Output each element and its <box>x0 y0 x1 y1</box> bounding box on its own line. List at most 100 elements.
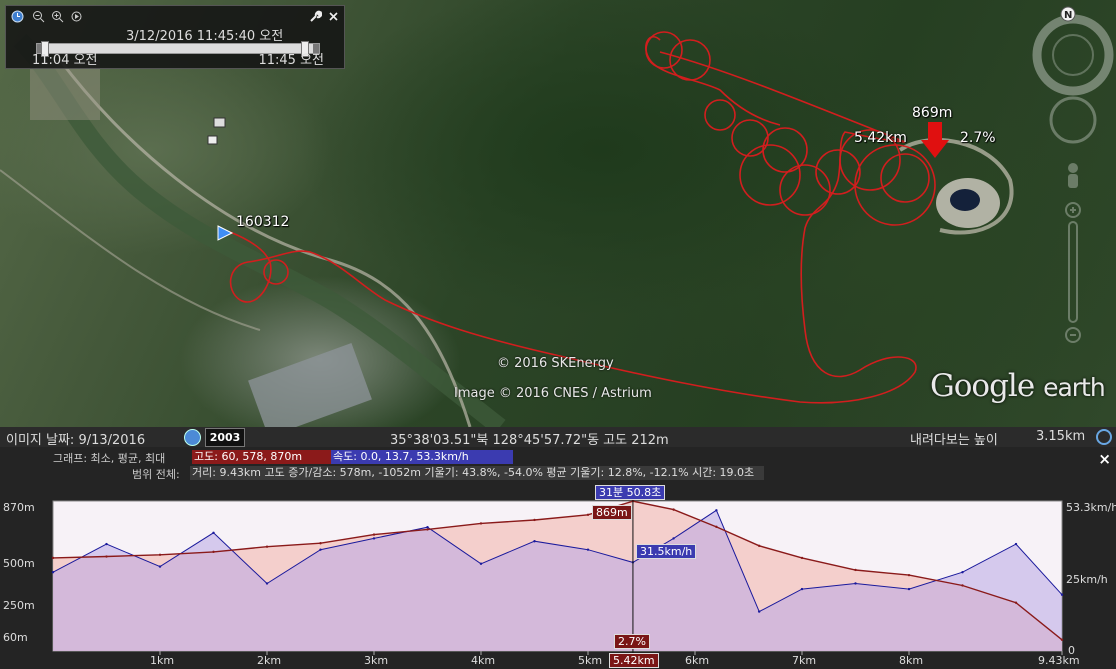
elevation-point <box>426 528 429 531</box>
reservoir-water <box>950 189 980 211</box>
elevation-point <box>1014 601 1018 604</box>
coordinates: 35°38'03.51"북 128°45'57.72"동 고도 212m <box>390 433 669 448</box>
elevation-point <box>715 525 718 529</box>
elevation-point <box>757 544 761 548</box>
google-earth-logo: Google earth <box>930 368 1106 404</box>
speed-point <box>672 537 675 540</box>
speed-point <box>715 509 718 512</box>
time-start-label: 11:04 오전 <box>32 53 98 68</box>
x-tick-label: 1km <box>150 654 174 667</box>
wrench-icon[interactable] <box>309 10 323 23</box>
elevation-label: 869m <box>912 105 953 121</box>
status-bar: 이미지 날짜: 9/13/2016 2003 35°38'03.51"북 128… <box>0 427 1116 448</box>
place-icon <box>213 117 226 128</box>
factory-area <box>248 342 372 427</box>
speed-point <box>372 537 376 540</box>
speed-point <box>319 548 322 551</box>
elevation-point <box>51 556 55 560</box>
cursor-elevation-tag: 869m <box>592 505 632 520</box>
time-slider-panel: 3/12/2016 11:45:40 오전 11:04 오전 11:45 오전 <box>5 5 345 69</box>
speed-point <box>158 565 162 568</box>
speed-point <box>533 540 536 543</box>
elevation-point <box>158 553 162 556</box>
north-label: N <box>1064 10 1072 21</box>
zoom-in-icon[interactable] <box>51 10 64 23</box>
eye-altitude-value: 3.15km <box>1036 429 1086 444</box>
speed-point <box>1060 593 1064 596</box>
y-left-tick: 870m <box>3 501 35 514</box>
imagery-credit-label: Image © 2016 CNES / Astrium <box>454 386 652 401</box>
speed-point <box>1014 542 1018 546</box>
elevation-point <box>212 550 215 554</box>
historical-imagery-icon[interactable] <box>184 429 201 446</box>
navigation-controls: N <box>1032 6 1114 343</box>
y-right-tick: 53.3km/h <box>1066 501 1116 514</box>
elevation-point <box>265 545 269 548</box>
image-date: 이미지 날짜: 9/13/2016 <box>6 433 146 448</box>
zoom-slider[interactable] <box>1065 202 1081 343</box>
x-tick-label: 2km <box>257 654 281 667</box>
x-tick-label: 3km <box>364 654 388 667</box>
y-right-tick: 0 <box>1068 644 1075 657</box>
place-icon <box>207 135 218 145</box>
x-tick-label: 5km <box>578 654 602 667</box>
current-time-label: 3/12/2016 11:45:40 오전 <box>126 29 284 44</box>
x-tick-label: 4km <box>471 654 495 667</box>
position-arrow-icon <box>921 122 949 158</box>
elevation-point <box>586 513 590 516</box>
elevation-point <box>1060 638 1064 641</box>
clock-icon[interactable] <box>11 10 24 23</box>
time-end-label: 11:45 오전 <box>258 53 324 68</box>
speed-point <box>961 571 964 574</box>
street-view-icon[interactable] <box>1068 163 1078 188</box>
x-tick-label: 6km <box>685 654 709 667</box>
imagery-year[interactable]: 2003 <box>205 428 245 447</box>
cursor-slope-tag: 2.7% <box>614 634 650 649</box>
elevation-point <box>961 584 964 587</box>
speed-point <box>265 582 269 585</box>
elevation-point <box>800 556 804 560</box>
elevation-point <box>479 522 483 525</box>
speed-point <box>907 587 911 591</box>
elevation-point <box>907 573 911 577</box>
x-tick-label: 8km <box>899 654 923 667</box>
speed-point <box>800 587 804 591</box>
eye-altitude-label: 내려다보는 높이 <box>910 433 998 448</box>
speed-point <box>854 582 857 585</box>
speed-point <box>426 525 429 529</box>
speed-point <box>586 548 590 551</box>
y-left-tick: 500m <box>3 557 35 570</box>
elevation-point <box>854 568 857 572</box>
speed-point <box>51 571 55 574</box>
look-joystick[interactable] <box>1032 14 1114 96</box>
speed-point <box>212 531 215 535</box>
speed-point <box>479 562 483 565</box>
road <box>58 59 472 427</box>
x-tick-label: 7km <box>792 654 816 667</box>
elevation-point <box>105 555 108 558</box>
elevation-profile-panel: 그래프: 최소, 평균, 최대 고도: 60, 578, 870m 속도: 0.… <box>0 447 1116 669</box>
cursor-time-tag: 31분 50.8초 <box>595 485 666 500</box>
elevation-point <box>533 518 536 522</box>
gps-track <box>229 31 936 404</box>
elevation-point <box>319 542 322 545</box>
streaming-icon <box>1096 429 1112 445</box>
y-right-tick: 25km/h <box>1066 573 1108 586</box>
y-left-tick: 250m <box>3 599 35 612</box>
close-icon[interactable] <box>327 10 340 23</box>
cursor-speed-tag: 31.5km/h <box>636 544 697 559</box>
distance-label: 5.42km <box>854 130 907 146</box>
move-joystick[interactable] <box>1049 96 1097 144</box>
speed-point <box>105 542 108 546</box>
cursor-distance-tag: 5.42km <box>609 653 659 668</box>
slope-label: 2.7% <box>960 130 996 146</box>
copyright-label: © 2016 SKEnergy <box>497 356 614 371</box>
track-name-label[interactable]: 160312 <box>236 214 289 230</box>
animate-icon[interactable] <box>70 10 83 23</box>
profile-chart[interactable]: 1km 2km 3km 4km 5km 6km 7km 8km 9.43km <box>0 447 1116 669</box>
map-view[interactable]: 3/12/2016 11:45:40 오전 11:04 오전 11:45 오전 … <box>0 0 1116 427</box>
factory-area <box>30 60 100 120</box>
zoom-out-icon[interactable] <box>32 10 45 23</box>
y-left-tick: 60m <box>3 631 28 644</box>
speed-point <box>757 610 761 613</box>
